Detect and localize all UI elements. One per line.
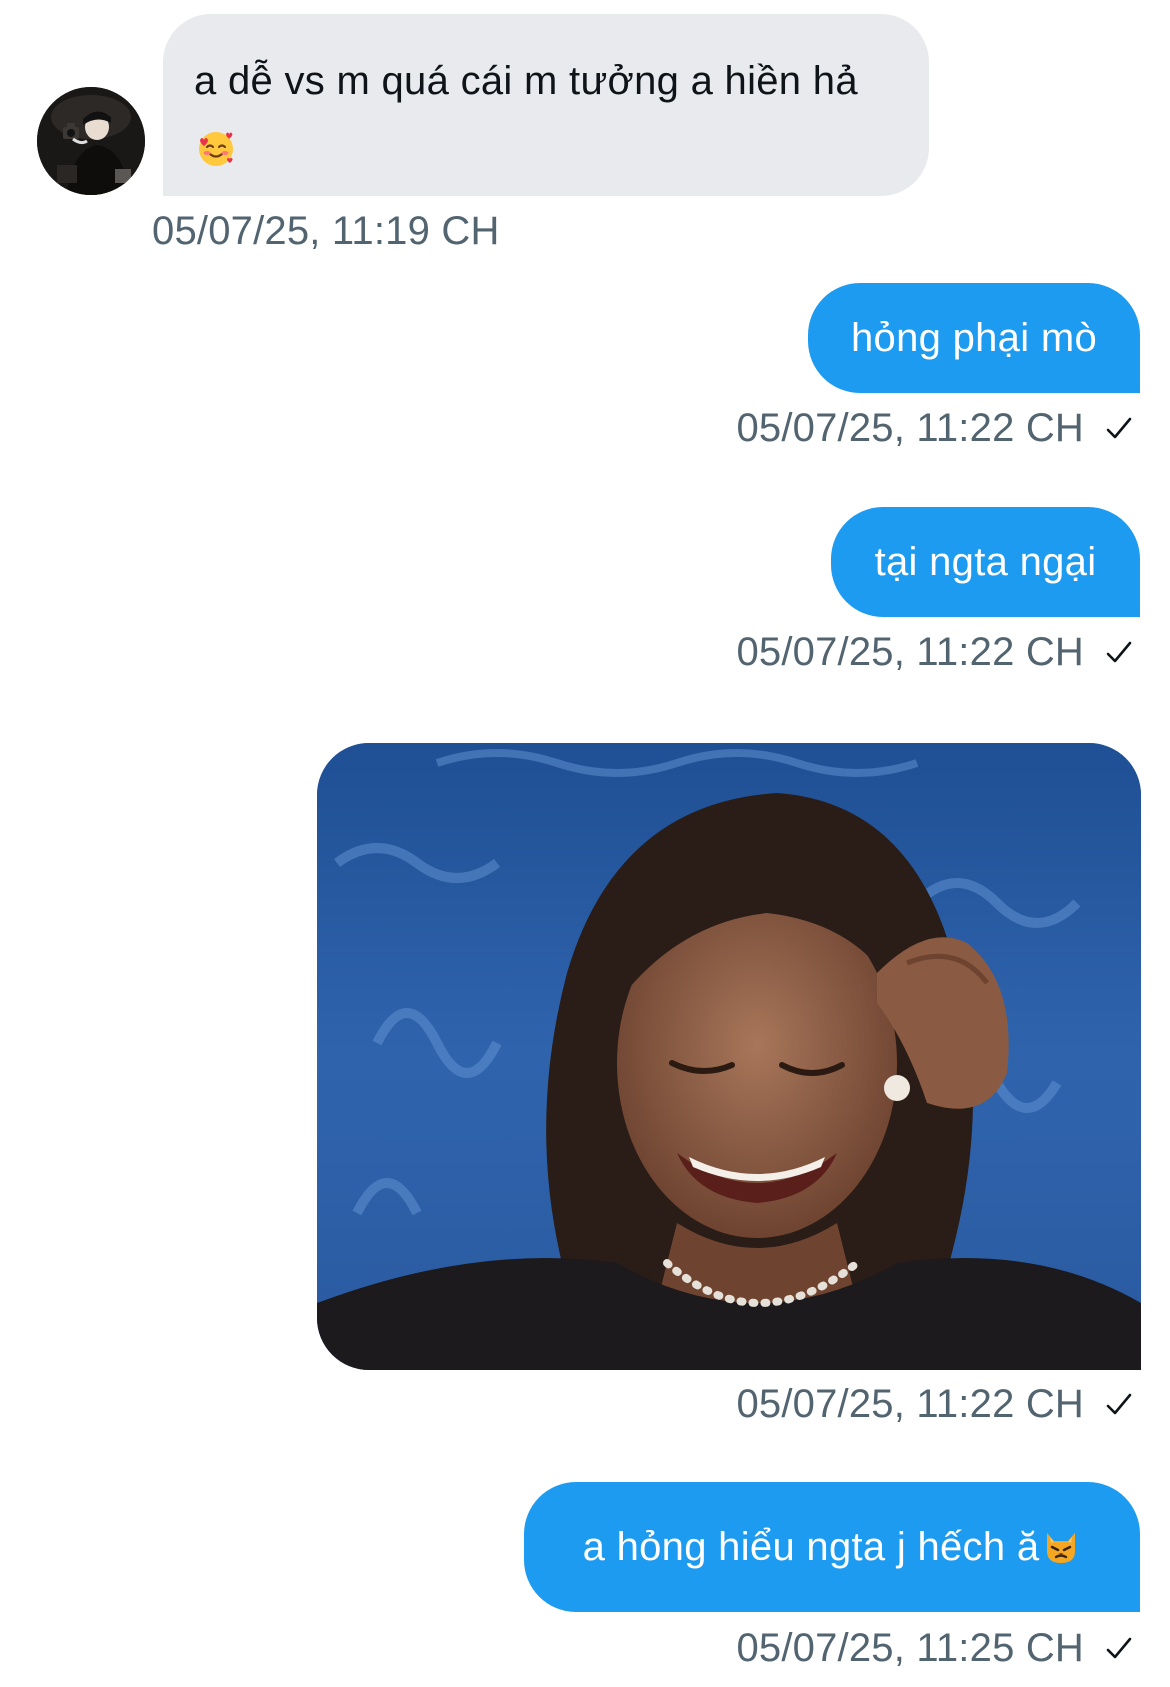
sent-check-icon — [1104, 1390, 1134, 1420]
sent-check-icon — [1104, 1634, 1134, 1664]
outgoing-message-bubble[interactable]: hỏng phại mò — [808, 283, 1140, 393]
avatar[interactable] — [37, 87, 145, 195]
gif-media-attachment[interactable] — [317, 743, 1141, 1370]
outgoing-timestamp: 05/07/25, 11:25 CH — [736, 1626, 1134, 1671]
timestamp-text: 05/07/25, 11:22 CH — [736, 630, 1084, 674]
outgoing-timestamp: 05/07/25, 11:22 CH — [736, 406, 1134, 451]
timestamp-text: 05/07/25, 11:22 CH — [736, 1382, 1084, 1426]
pouting-cat-icon — [1041, 1527, 1081, 1567]
timestamp-text: 05/07/25, 11:22 CH — [736, 406, 1084, 450]
outgoing-message-text: tại ngta ngại — [874, 540, 1097, 584]
outgoing-message-bubble[interactable]: a hỏng hiểu ngta j hếch ă — [524, 1482, 1140, 1612]
smiling-face-with-hearts-icon — [196, 128, 236, 168]
sent-check-icon — [1104, 414, 1134, 444]
incoming-message-bubble[interactable]: a dễ vs m quá cái m tưởng a hiền hả — [163, 14, 929, 196]
incoming-message-text: a dễ vs m quá cái m tưởng a hiền hả — [194, 59, 858, 103]
outgoing-message-text: a hỏng hiểu ngta j hếch ă — [582, 1525, 1040, 1569]
outgoing-timestamp: 05/07/25, 11:22 CH — [736, 1382, 1134, 1427]
incoming-timestamp: 05/07/25, 11:19 CH — [152, 209, 500, 253]
outgoing-timestamp: 05/07/25, 11:22 CH — [736, 630, 1134, 675]
profile-photo-icon — [37, 87, 145, 195]
woman-laughing-gif-icon — [317, 743, 1141, 1370]
outgoing-message-text: hỏng phại mò — [850, 316, 1097, 360]
outgoing-message-bubble[interactable]: tại ngta ngại — [831, 507, 1140, 617]
timestamp-text: 05/07/25, 11:25 CH — [736, 1626, 1084, 1670]
sent-check-icon — [1104, 638, 1134, 668]
